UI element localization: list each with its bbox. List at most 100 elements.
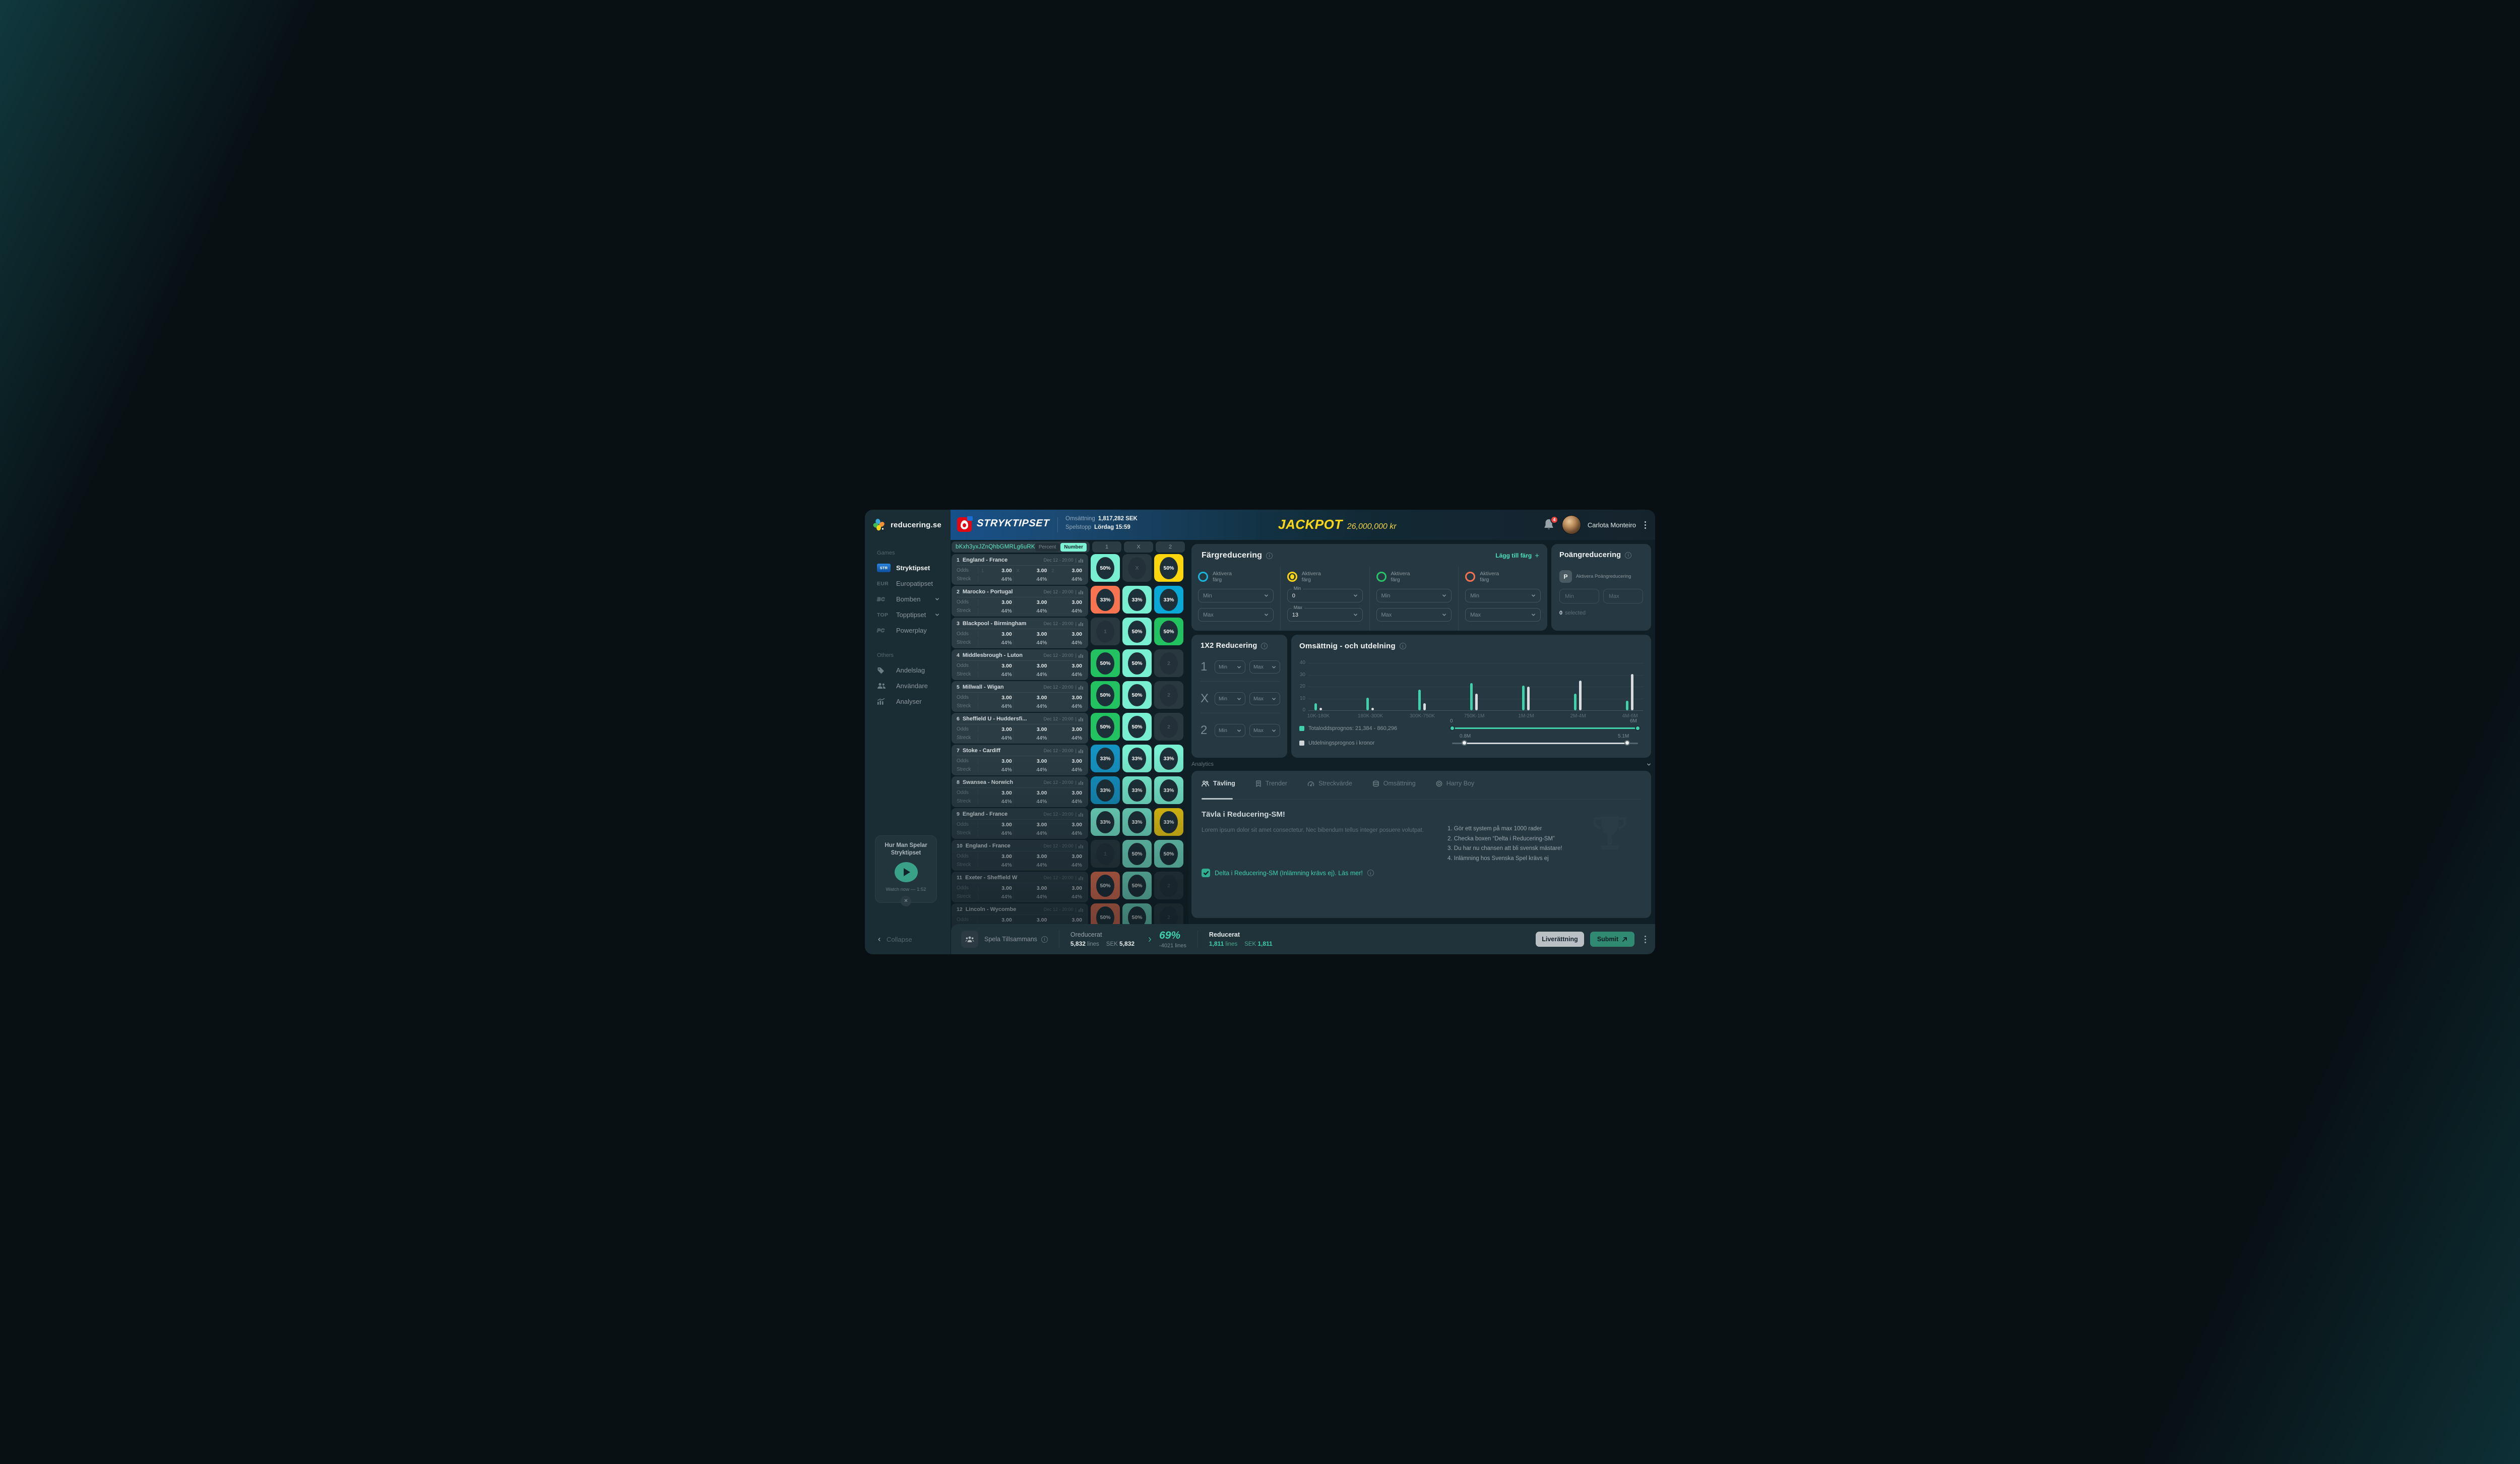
- pick-tile-2[interactable]: 50%: [1154, 840, 1183, 868]
- min-dropdown[interactable]: Min: [1215, 692, 1245, 705]
- sidebar-item-andelslag[interactable]: Andelslag: [865, 662, 951, 678]
- stats-icon[interactable]: [1079, 844, 1083, 848]
- liverattning-button[interactable]: Liverättning: [1536, 932, 1584, 947]
- match-card[interactable]: 8 Swansea - Norwich Dec 12 - 20:00| Odds…: [952, 776, 1088, 807]
- pick-tile-x[interactable]: 50%: [1122, 681, 1152, 709]
- slider-handle[interactable]: [1450, 725, 1455, 731]
- max-dropdown[interactable]: Max: [1198, 608, 1274, 622]
- submit-button[interactable]: Submit: [1590, 932, 1634, 947]
- pick-tile-x[interactable]: 33%: [1122, 745, 1152, 772]
- pick-tile-1[interactable]: 1: [1091, 618, 1120, 645]
- pick-tile-x[interactable]: X: [1122, 554, 1152, 582]
- match-card[interactable]: 3 Blackpool - Birmingham Dec 12 - 20:00|…: [952, 618, 1088, 648]
- stats-icon[interactable]: [1079, 780, 1083, 785]
- pick-tile-1[interactable]: 50%: [1091, 554, 1120, 582]
- collapse-button[interactable]: Collapse: [877, 936, 912, 943]
- delta-checkbox-label[interactable]: Delta i Reducering-SM (Inlämning krävs e…: [1215, 870, 1363, 877]
- pick-tile-1[interactable]: 33%: [1091, 808, 1120, 836]
- max-input[interactable]: Max: [1603, 589, 1643, 603]
- pick-tile-2[interactable]: 33%: [1154, 808, 1183, 836]
- pick-tile-1[interactable]: 50%: [1091, 713, 1120, 741]
- tab-tavling[interactable]: Tävling: [1202, 780, 1235, 787]
- chevron-down-icon[interactable]: [1647, 762, 1651, 767]
- match-card[interactable]: 2 Marocko - Portugal Dec 12 - 20:00| Odd…: [952, 586, 1088, 617]
- stats-icon[interactable]: [1079, 876, 1083, 880]
- avatar[interactable]: [1562, 515, 1581, 534]
- info-icon[interactable]: i: [1625, 552, 1631, 559]
- play-together-icon[interactable]: [961, 931, 978, 948]
- min-dropdown[interactable]: Min: [1376, 589, 1452, 602]
- match-card[interactable]: 5 Millwall - Wigan Dec 12 - 20:00| Odds …: [952, 681, 1088, 712]
- number-toggle[interactable]: Number: [1060, 543, 1087, 552]
- pick-tile-x[interactable]: 50%: [1122, 649, 1152, 677]
- pick-tile-2[interactable]: 50%: [1154, 554, 1183, 582]
- stats-icon[interactable]: [1079, 590, 1083, 594]
- pick-tile-1[interactable]: 33%: [1091, 776, 1120, 804]
- pick-tile-x[interactable]: 50%: [1122, 713, 1152, 741]
- pick-tile-2[interactable]: 2: [1154, 872, 1183, 899]
- stats-icon[interactable]: [1079, 749, 1083, 753]
- tab-omsattning[interactable]: Omsättning: [1372, 780, 1416, 787]
- min-dropdown[interactable]: Min: [1215, 660, 1245, 674]
- info-icon[interactable]: i: [1261, 643, 1268, 649]
- header-kebab-menu-icon[interactable]: [1643, 519, 1648, 531]
- max-dropdown[interactable]: Max: [1249, 692, 1280, 705]
- match-card[interactable]: 9 England - France Dec 12 - 20:00| Odds …: [952, 808, 1088, 839]
- pick-tile-1[interactable]: 1: [1091, 840, 1120, 868]
- add-color-button[interactable]: Lägg till färg+: [1495, 552, 1539, 560]
- sidebar-item-topptipset[interactable]: TOP Topptipset: [865, 607, 951, 623]
- pick-tile-2[interactable]: 33%: [1154, 586, 1183, 614]
- stats-icon[interactable]: [1079, 558, 1083, 563]
- tab-trender[interactable]: Trender: [1255, 780, 1287, 787]
- pick-tile-x[interactable]: 33%: [1122, 586, 1152, 614]
- min-input[interactable]: Min: [1559, 589, 1599, 603]
- info-icon[interactable]: i: [1400, 643, 1406, 649]
- stats-icon[interactable]: [1079, 717, 1083, 721]
- pick-tile-2[interactable]: 33%: [1154, 776, 1183, 804]
- poang-toggle[interactable]: P: [1559, 570, 1572, 583]
- activate-color-orange-radio[interactable]: [1465, 572, 1475, 582]
- pick-tile-x[interactable]: 33%: [1122, 776, 1152, 804]
- slider-handle[interactable]: [1462, 740, 1467, 746]
- match-card[interactable]: 6 Sheffield U - Huddersfi... Dec 12 - 20…: [952, 713, 1088, 744]
- min-dropdown[interactable]: Min: [1465, 589, 1541, 602]
- pick-tile-x[interactable]: 50%: [1122, 618, 1152, 645]
- max-dropdown[interactable]: Max: [1249, 724, 1280, 737]
- activate-color-yellow-radio[interactable]: [1287, 572, 1297, 582]
- match-card[interactable]: 11 Exeter - Sheffield W Dec 12 - 20:00| …: [952, 872, 1088, 902]
- stats-icon[interactable]: [1079, 653, 1083, 658]
- analytics-strip[interactable]: Analytics: [1191, 760, 1651, 768]
- max-dropdown[interactable]: Max: [1249, 660, 1280, 674]
- notifications-bell-icon[interactable]: 4: [1543, 518, 1555, 531]
- pick-tile-1[interactable]: 33%: [1091, 586, 1120, 614]
- pick-tile-2[interactable]: 50%: [1154, 618, 1183, 645]
- pick-tile-2[interactable]: 2: [1154, 681, 1183, 709]
- stats-icon[interactable]: [1079, 622, 1083, 626]
- match-card[interactable]: 4 Middlesbrough - Luton Dec 12 - 20:00| …: [952, 649, 1088, 680]
- pick-tile-1[interactable]: 50%: [1091, 649, 1120, 677]
- sidebar-item-bomben[interactable]: BC Bomben: [865, 591, 951, 607]
- activate-color-green-radio[interactable]: [1376, 572, 1387, 582]
- pick-tile-2[interactable]: 2: [1154, 649, 1183, 677]
- match-card[interactable]: 10 England - France Dec 12 - 20:00| Odds…: [952, 840, 1088, 871]
- max-dropdown[interactable]: Max: [1376, 608, 1452, 622]
- delta-checkbox[interactable]: [1202, 869, 1210, 877]
- min-dropdown[interactable]: Min0: [1287, 589, 1363, 602]
- min-dropdown[interactable]: Min: [1198, 589, 1274, 602]
- slider-handle[interactable]: [1635, 725, 1641, 731]
- pick-tile-1[interactable]: 50%: [1091, 872, 1120, 899]
- max-dropdown[interactable]: Max13: [1287, 608, 1363, 622]
- sidebar-item-stryktipset[interactable]: STR Stryktipset: [865, 560, 951, 576]
- close-icon[interactable]: ✕: [901, 896, 911, 906]
- pick-tile-x[interactable]: 33%: [1122, 808, 1152, 836]
- pick-tile-1[interactable]: 33%: [1091, 745, 1120, 772]
- stats-icon[interactable]: [1079, 907, 1083, 912]
- match-card[interactable]: 7 Stoke - Cardiff Dec 12 - 20:00| Odds 3…: [952, 745, 1088, 775]
- match-card[interactable]: 1 England - France Dec 12 - 20:00| Odds …: [952, 554, 1088, 585]
- max-dropdown[interactable]: Max: [1465, 608, 1541, 622]
- spela-tillsammans[interactable]: Spela Tillsammansi: [984, 936, 1048, 943]
- sidebar-item-analyser[interactable]: Analyser: [865, 694, 951, 709]
- sidebar-item-anvandare[interactable]: Användare: [865, 678, 951, 694]
- totalodds-range-slider[interactable]: [1452, 727, 1638, 729]
- bottom-kebab-menu-icon[interactable]: [1643, 934, 1648, 945]
